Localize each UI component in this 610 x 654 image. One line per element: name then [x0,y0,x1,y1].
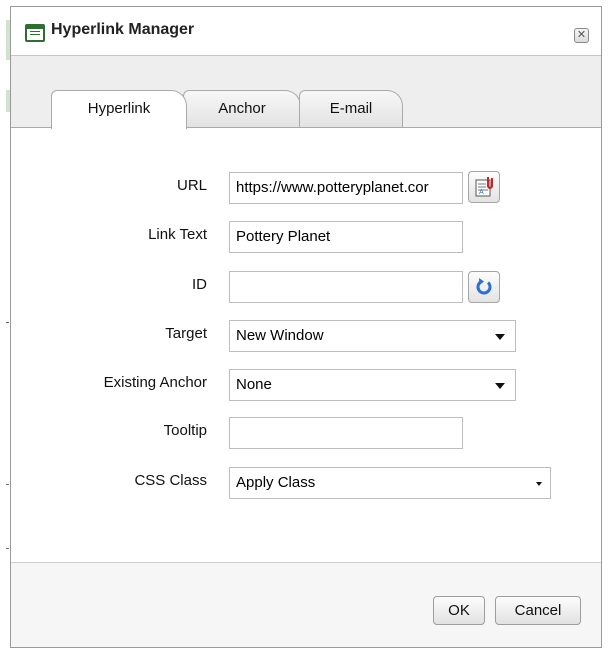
chevron-down-icon [495,334,505,340]
svg-text:A: A [479,189,484,196]
id-input[interactable] [229,271,463,303]
dialog-footer: OK Cancel [11,562,601,647]
css-class-select-value: Apply Class [236,474,316,491]
target-select-value: New Window [236,327,324,344]
cancel-button[interactable]: Cancel [495,596,581,625]
tooltip-label: Tooltip [163,422,207,439]
chevron-down-icon [536,482,542,486]
tooltip-input[interactable] [229,417,463,449]
id-refresh-button[interactable] [468,271,500,303]
url-label: URL [176,177,207,194]
tab-hyperlink[interactable]: Hyperlink [51,90,187,129]
document-paperclip-icon: A [475,177,493,197]
url-input[interactable]: https://www.potteryplanet.cor [229,172,463,204]
existing-anchor-label: Existing Anchor [103,374,207,391]
close-icon[interactable]: ✕ [574,28,589,43]
chevron-down-icon [495,383,505,389]
document-icon [25,24,45,42]
css-class-label: CSS Class [134,472,207,489]
id-label: ID [192,276,207,293]
tab-email[interactable]: E-mail [299,90,403,128]
tab-anchor[interactable]: Anchor [183,90,301,128]
url-browse-button[interactable]: A [468,171,500,203]
refresh-icon [476,278,492,295]
edge-mark [6,484,9,485]
ok-button[interactable]: OK [433,596,485,625]
css-class-select[interactable]: Apply Class [229,467,551,499]
hyperlink-manager-dialog: Hyperlink Manager ✕ Hyperlink Anchor E-m… [10,6,602,648]
target-select[interactable]: New Window [229,320,516,352]
edge-mark [6,322,9,323]
hyperlink-form: URL https://www.potteryplanet.cor A Link… [11,128,601,562]
background-window-edge [0,0,10,654]
existing-anchor-select-value: None [236,376,272,393]
dialog-title: Hyperlink Manager [51,21,195,38]
existing-anchor-select[interactable]: None [229,369,516,401]
target-label: Target [165,325,207,342]
tab-strip: Hyperlink Anchor E-mail [11,56,601,129]
dialog-titlebar[interactable]: Hyperlink Manager ✕ [11,7,601,56]
link-text-label: Link Text [148,226,207,243]
link-text-input[interactable]: Pottery Planet [229,221,463,253]
edge-mark [6,548,9,549]
